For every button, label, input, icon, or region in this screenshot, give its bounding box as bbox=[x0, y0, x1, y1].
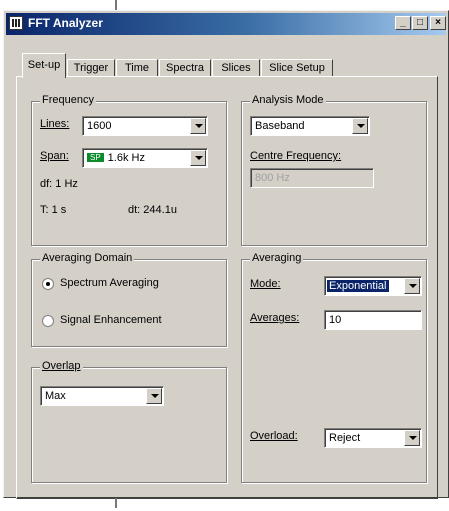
analysis-mode-legend: Analysis Mode bbox=[250, 94, 326, 106]
tab-spectra[interactable]: Spectra bbox=[159, 59, 211, 77]
averaging-mode-label: Mode: bbox=[250, 278, 281, 290]
chevron-down-icon[interactable] bbox=[190, 118, 206, 134]
averages-input[interactable]: 10 bbox=[324, 310, 422, 330]
tab-trigger[interactable]: Trigger bbox=[67, 59, 115, 77]
analysis-mode-value: Baseband bbox=[255, 120, 305, 132]
signal-enhancement-radio[interactable] bbox=[42, 315, 54, 327]
averaging-mode-value: Exponential bbox=[327, 280, 389, 292]
tab-setup[interactable]: Set-up bbox=[22, 53, 66, 78]
close-button[interactable]: × bbox=[430, 16, 446, 30]
app-icon bbox=[9, 16, 23, 30]
averaging-domain-legend: Averaging Domain bbox=[40, 252, 135, 264]
chevron-down-icon[interactable] bbox=[404, 278, 420, 294]
chevron-down-icon[interactable] bbox=[190, 150, 206, 166]
chevron-down-icon[interactable] bbox=[404, 430, 420, 446]
centre-frequency-value: 800 Hz bbox=[255, 172, 290, 184]
analysis-mode-group: Analysis Mode Baseband Centre Frequency:… bbox=[241, 94, 427, 246]
chevron-down-icon[interactable] bbox=[146, 388, 162, 404]
lines-select[interactable]: 1600 bbox=[82, 116, 208, 136]
signal-enhancement-label[interactable]: Signal Enhancement bbox=[60, 314, 162, 326]
fft-analyzer-window: FFT Analyzer _ □ × Set-up Trigger Time S… bbox=[3, 10, 449, 499]
lines-label: Lines: bbox=[40, 118, 70, 130]
overload-select[interactable]: Reject bbox=[324, 428, 422, 448]
centre-frequency-field: 800 Hz bbox=[250, 168, 374, 188]
span-label: Span: bbox=[40, 150, 69, 162]
lines-value: 1600 bbox=[87, 120, 112, 132]
overlap-select[interactable]: Max bbox=[40, 386, 164, 406]
averaging-mode-select[interactable]: Exponential bbox=[324, 276, 422, 296]
setup-panel: Frequency Lines: 1600 Span: SP 1.6k Hz df… bbox=[16, 76, 438, 499]
overlap-value: Max bbox=[45, 390, 66, 402]
averaging-domain-group: Averaging Domain Spectrum Averaging Sign… bbox=[31, 252, 227, 347]
tab-slices[interactable]: Slices bbox=[212, 59, 260, 77]
resize-grip-bottom bbox=[115, 498, 117, 508]
tab-time[interactable]: Time bbox=[116, 59, 158, 77]
centre-frequency-label: Centre Frequency: bbox=[250, 150, 342, 162]
averaging-group: Averaging Mode: Exponential Averages: 10… bbox=[241, 252, 427, 483]
averages-label: Averages: bbox=[250, 312, 300, 324]
frequency-group: Frequency Lines: 1600 Span: SP 1.6k Hz df… bbox=[31, 94, 227, 246]
title-bar[interactable]: FFT Analyzer _ □ × bbox=[6, 13, 446, 35]
span-badge: SP bbox=[87, 153, 104, 162]
span-select[interactable]: SP 1.6k Hz bbox=[82, 148, 208, 168]
overload-label: Overload: bbox=[250, 430, 298, 442]
t-readout: T: 1 s bbox=[40, 204, 67, 216]
averaging-legend: Averaging bbox=[250, 252, 304, 264]
tab-slice-setup[interactable]: Slice Setup bbox=[261, 59, 333, 77]
window-title: FFT Analyzer bbox=[28, 16, 103, 30]
overload-value: Reject bbox=[329, 432, 361, 444]
span-value: 1.6k Hz bbox=[107, 152, 145, 164]
dt-readout: dt: 244.1u bbox=[128, 204, 177, 216]
averages-value: 10 bbox=[329, 314, 342, 326]
spectrum-averaging-radio[interactable] bbox=[42, 278, 54, 290]
resize-grip-top bbox=[115, 0, 117, 10]
maximize-button[interactable]: □ bbox=[412, 16, 428, 30]
df-readout: df: 1 Hz bbox=[40, 178, 78, 190]
spectrum-averaging-label[interactable]: Spectrum Averaging bbox=[60, 277, 159, 289]
overlap-legend: Overlap bbox=[40, 360, 83, 372]
frequency-legend: Frequency bbox=[40, 94, 96, 106]
chevron-down-icon[interactable] bbox=[352, 118, 368, 134]
analysis-mode-select[interactable]: Baseband bbox=[250, 116, 370, 136]
overlap-group: Overlap Max bbox=[31, 360, 227, 483]
minimize-button[interactable]: _ bbox=[395, 16, 411, 30]
